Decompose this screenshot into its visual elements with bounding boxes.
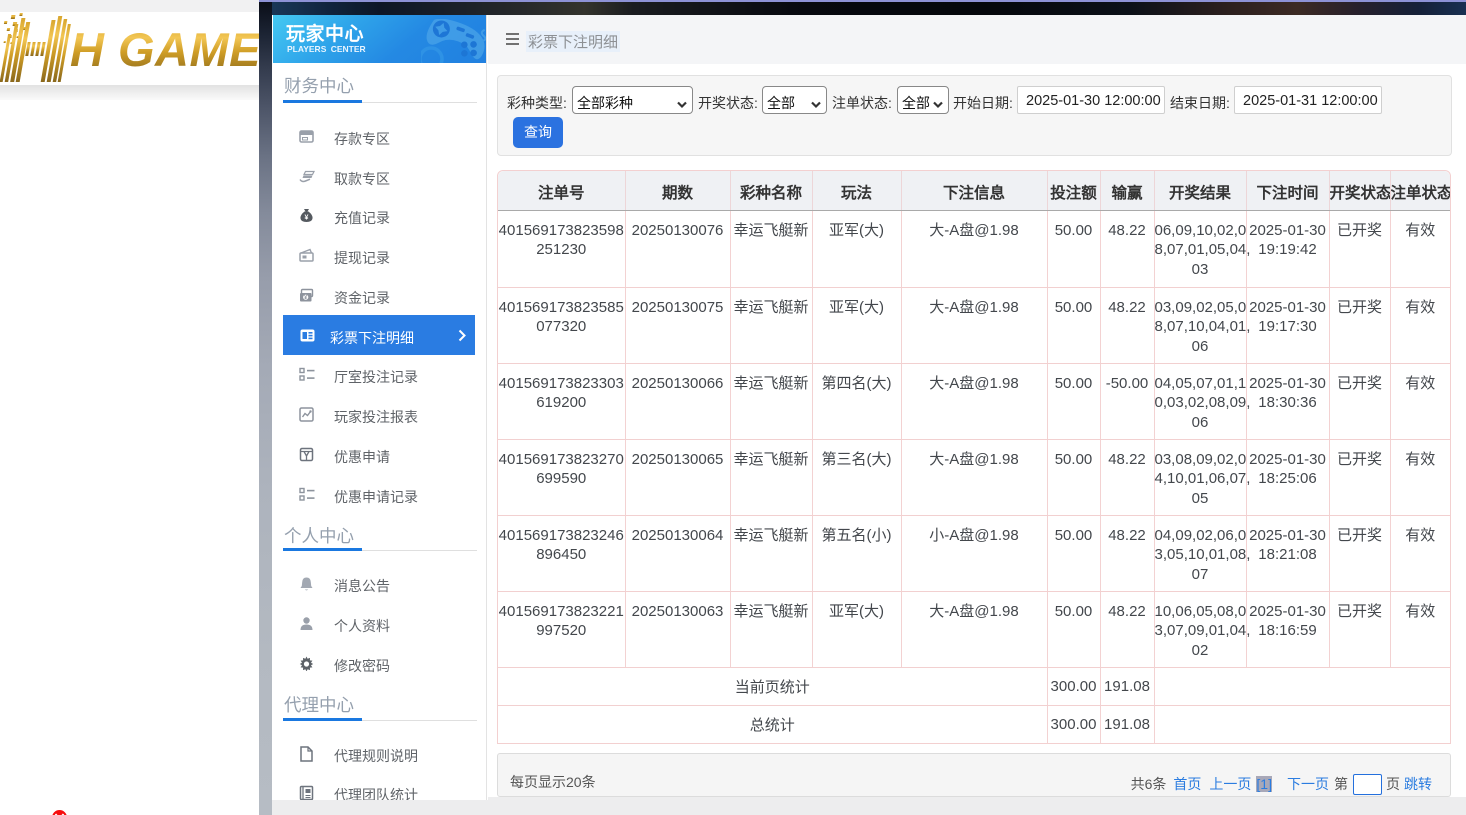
svg-text:¥: ¥ <box>305 215 309 222</box>
svg-text:H GAME: H GAME <box>70 23 259 76</box>
